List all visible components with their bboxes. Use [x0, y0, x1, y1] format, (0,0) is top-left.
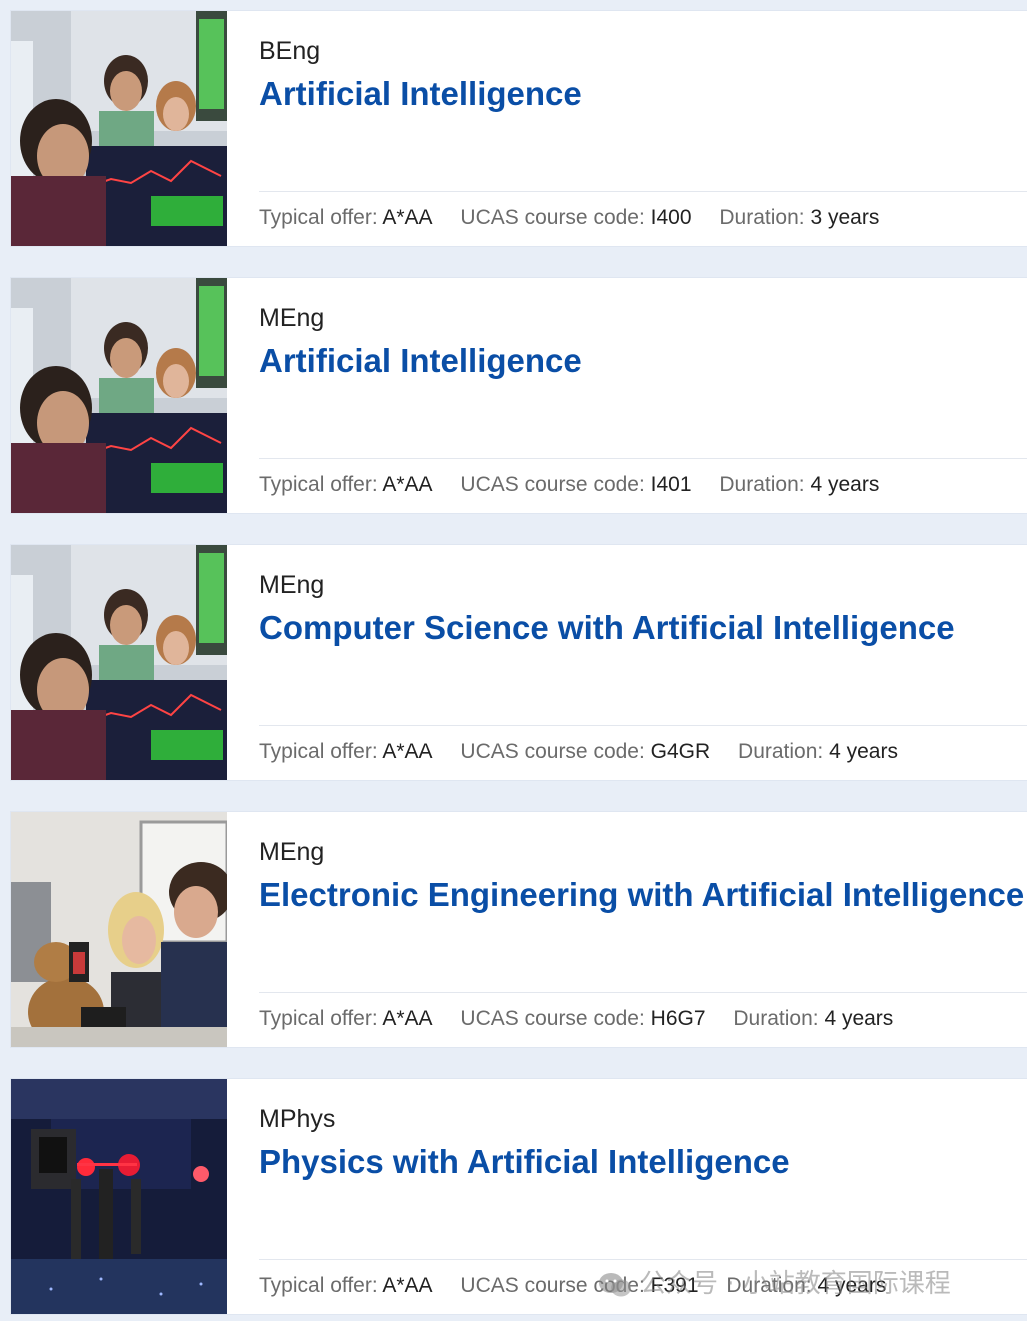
divider	[259, 725, 1027, 726]
typical-offer: Typical offer: A*AA	[259, 206, 433, 229]
ucas-code-value: G4GR	[650, 740, 711, 763]
typical-offer-label: Typical offer:	[259, 206, 378, 229]
course-meta: Typical offer: A*AA UCAS course code: I4…	[259, 206, 901, 230]
course-card[interactable]: BEng Artificial Intelligence Typical off…	[11, 11, 1027, 246]
degree-type: BEng	[259, 37, 321, 65]
course-card[interactable]: MEng Computer Science with Artificial In…	[11, 545, 1027, 780]
ucas-code: UCAS course code: I400	[460, 206, 691, 229]
ucas-code-value: H6G7	[650, 1007, 706, 1030]
typical-offer-value: A*AA	[382, 473, 433, 496]
ucas-code: UCAS course code: I401	[460, 473, 691, 496]
ucas-code-label: UCAS course code:	[460, 740, 645, 763]
typical-offer-label: Typical offer:	[259, 473, 378, 496]
typical-offer: Typical offer: A*AA	[259, 1007, 433, 1030]
duration: Duration: 3 years	[719, 206, 879, 229]
ucas-code-label: UCAS course code:	[460, 206, 645, 229]
typical-offer-label: Typical offer:	[259, 740, 378, 763]
watermark: 公众号 · 小站教育国际课程	[598, 1263, 951, 1300]
watermark-text: 公众号 · 小站教育国际课程	[640, 1269, 951, 1299]
course-image[interactable]	[11, 11, 227, 246]
divider	[259, 992, 1027, 993]
typical-offer: Typical offer: A*AA	[259, 1274, 433, 1297]
duration-value: 4 years	[810, 473, 880, 496]
degree-type: MEng	[259, 304, 325, 332]
course-title-link[interactable]: Computer Science with Artificial Intelli…	[259, 609, 955, 647]
typical-offer-label: Typical offer:	[259, 1007, 378, 1030]
course-image[interactable]	[11, 545, 227, 780]
course-card[interactable]: MEng Electronic Engineering with Artific…	[11, 812, 1027, 1047]
duration-label: Duration:	[719, 206, 805, 229]
course-image[interactable]	[11, 278, 227, 513]
typical-offer-value: A*AA	[382, 1274, 433, 1297]
typical-offer-label: Typical offer:	[259, 1274, 378, 1297]
duration: Duration: 4 years	[738, 740, 898, 763]
degree-type: MPhys	[259, 1105, 336, 1133]
duration: Duration: 4 years	[733, 1007, 893, 1030]
divider	[259, 458, 1027, 459]
divider	[259, 191, 1027, 192]
ucas-code-label: UCAS course code:	[460, 473, 645, 496]
course-title-link[interactable]: Artificial Intelligence	[259, 75, 582, 113]
typical-offer: Typical offer: A*AA	[259, 473, 433, 496]
typical-offer-value: A*AA	[382, 740, 433, 763]
degree-type: MEng	[259, 571, 325, 599]
ucas-code-label: UCAS course code:	[460, 1007, 645, 1030]
duration-label: Duration:	[738, 740, 824, 763]
duration-value: 4 years	[824, 1007, 894, 1030]
duration: Duration: 4 years	[719, 473, 879, 496]
duration-value: 4 years	[829, 740, 898, 763]
duration-value: 3 years	[810, 206, 880, 229]
typical-offer-value: A*AA	[382, 1007, 433, 1030]
duration-label: Duration:	[719, 473, 805, 496]
course-meta: Typical offer: A*AA UCAS course code: G4…	[259, 740, 920, 764]
course-title-link[interactable]: Electronic Engineering with Artificial I…	[259, 876, 1024, 914]
ucas-code-value: I400	[650, 206, 692, 229]
wechat-icon	[598, 1271, 632, 1299]
degree-type: MEng	[259, 838, 325, 866]
typical-offer: Typical offer: A*AA	[259, 740, 433, 763]
course-meta: Typical offer: A*AA UCAS course code: H6…	[259, 1007, 915, 1031]
ucas-code: UCAS course code: H6G7	[460, 1007, 705, 1030]
divider	[259, 1259, 1027, 1260]
course-image[interactable]	[11, 812, 227, 1047]
duration-label: Duration:	[733, 1007, 819, 1030]
course-title-link[interactable]: Physics with Artificial Intelligence	[259, 1143, 790, 1181]
typical-offer-value: A*AA	[382, 206, 433, 229]
ucas-code: UCAS course code: G4GR	[460, 740, 710, 763]
ucas-code-value: I401	[650, 473, 692, 496]
course-meta: Typical offer: A*AA UCAS course code: I4…	[259, 473, 901, 497]
course-card[interactable]: MEng Artificial Intelligence Typical off…	[11, 278, 1027, 513]
course-title-link[interactable]: Artificial Intelligence	[259, 342, 582, 380]
course-image[interactable]	[11, 1079, 227, 1314]
